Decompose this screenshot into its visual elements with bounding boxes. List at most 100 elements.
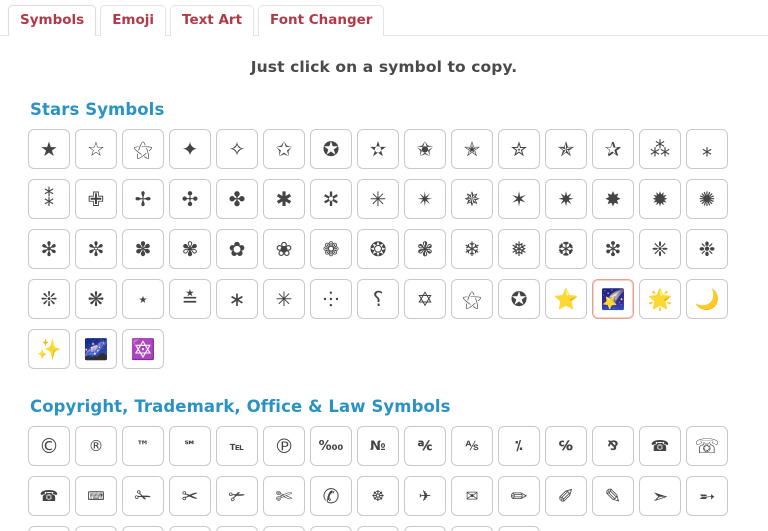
symbol-cell-open-centre-black-star[interactable]: ✫: [357, 129, 399, 169]
symbol-cell-circled-white-star-2[interactable]: ✪: [498, 279, 540, 319]
symbol-cell-airplane[interactable]: ✈: [404, 476, 446, 516]
symbol-cell-heavy-four-balloon-spoked-asterisk[interactable]: ✤: [216, 179, 258, 219]
symbol-cell-crescent-moon-emoji[interactable]: 🌙: [686, 279, 728, 319]
symbol-cell-upper-blade-scissors[interactable]: ✁: [122, 476, 164, 516]
symbol-cell-four-balloon-spoked-asterisk[interactable]: ✣: [169, 179, 211, 219]
symbol-cell-six-petalled-black-and-white-florette[interactable]: ✾: [169, 229, 211, 269]
symbol-cell-outlined-black-star[interactable]: ✭: [451, 129, 493, 169]
symbol-cell-tight-trifoliate-snowflake[interactable]: ❅: [498, 229, 540, 269]
symbol-cell-service-mark[interactable]: ℠: [169, 426, 211, 466]
symbol-cell-eight-spoked-asterisk-2[interactable]: ✳: [263, 279, 305, 319]
symbol-cell-envelope[interactable]: ✉: [451, 476, 493, 516]
symbol-cell-star-of-david[interactable]: ✡: [404, 279, 446, 319]
symbol-cell-black-star[interactable]: ★: [28, 129, 70, 169]
symbol-cell-black-left-pointing-index[interactable]: ☚: [451, 526, 493, 531]
symbol-cell-copyright-sign[interactable]: ©: [28, 426, 70, 466]
symbol-cell-per-ten-thousand-sign[interactable]: ‱: [310, 426, 352, 466]
symbol-cell-pinwheel-star[interactable]: ✯: [545, 129, 587, 169]
symbol-cell-white-star[interactable]: ☆: [75, 129, 117, 169]
symbol-cell-upper-right-pencil[interactable]: ✐: [545, 476, 587, 516]
symbol-cell-eight-pointed-pinwheel-star[interactable]: ✵: [451, 179, 493, 219]
symbol-cell-heavy-teardrop-spoked-asterisk[interactable]: ✽: [122, 229, 164, 269]
symbol-cell-account-of[interactable]: ℀: [404, 426, 446, 466]
symbol-cell-open-centre-asterisk[interactable]: ✲: [310, 179, 352, 219]
symbol-cell-index-pointing-up-emoji[interactable]: ☝: [216, 526, 258, 531]
symbol-cell-sparkle[interactable]: ❇: [592, 229, 634, 269]
symbol-cell-numero-sign[interactable]: №: [357, 426, 399, 466]
symbol-cell-asterisk-operator[interactable]: ∗: [216, 279, 258, 319]
symbol-cell-pilcrow-sign[interactable]: ¶: [122, 526, 164, 531]
symbol-cell-black-telephone[interactable]: ☎: [28, 476, 70, 516]
symbol-cell-black-curved-arrow[interactable]: ➵: [686, 476, 728, 516]
symbol-cell-star-equals[interactable]: ≛: [169, 279, 211, 319]
symbol-cell-sound-recording-copyright[interactable]: ℗: [263, 426, 305, 466]
symbol-cell-headphone-glyph[interactable]: ☎: [639, 426, 681, 466]
symbol-cell-five-dot-punctuation[interactable]: ⸭: [310, 279, 352, 319]
symbol-cell-turned-ampersand[interactable]: ⅋: [592, 426, 634, 466]
symbol-cell-eight-petalled-outlined-black-florette[interactable]: ❁: [310, 229, 352, 269]
symbol-cell-lower-right-pencil[interactable]: ✎: [592, 476, 634, 516]
symbol-cell-per-mille-sign[interactable]: ‰: [28, 526, 70, 531]
tab-font-changer[interactable]: Font Changer: [258, 5, 385, 36]
symbol-cell-registered-sign[interactable]: ®: [75, 426, 117, 466]
symbol-cell-stress-outlined-white-star[interactable]: ✩: [263, 129, 305, 169]
symbol-cell-sparkles-emoji[interactable]: ✨: [28, 329, 70, 369]
symbol-cell-low-asterisk[interactable]: ⁎: [686, 129, 728, 169]
symbol-cell-glowing-star-emoji-2[interactable]: 🌟: [639, 279, 681, 319]
symbol-cell-circled-open-centre-eight-pointed-star[interactable]: ❂: [357, 229, 399, 269]
symbol-cell-victory-hand-emoji[interactable]: ✌: [169, 526, 211, 531]
symbol-cell-milky-way-emoji[interactable]: 🌌: [75, 329, 117, 369]
symbol-cell-circled-white-star[interactable]: ✪: [310, 129, 352, 169]
symbol-cell-commercial-minus-sign[interactable]: ⁒: [498, 426, 540, 466]
symbol-cell-white-down-pointing-index[interactable]: ☟: [357, 526, 399, 531]
symbol-cell-section-sign[interactable]: §: [75, 526, 117, 531]
symbol-cell-star-operator[interactable]: ⋆: [122, 279, 164, 319]
symbol-cell-four-teardrop-spoked-asterisk[interactable]: ✢: [122, 179, 164, 219]
symbol-cell-writing-hand-emoji[interactable]: ✍: [498, 526, 540, 531]
symbol-cell-heavy-chevron-snowflake[interactable]: ❆: [545, 229, 587, 269]
symbol-cell-lower-blade-scissors[interactable]: ✃: [216, 476, 258, 516]
symbol-cell-heavy-outlined-black-star[interactable]: ✮: [498, 129, 540, 169]
symbol-cell-eight-teardrop-spoked-propeller-asterisk[interactable]: ❊: [28, 279, 70, 319]
symbol-cell-three-d-bottom-lighted-arrowhead[interactable]: ➣: [639, 476, 681, 516]
symbol-cell-care-of[interactable]: ℅: [545, 426, 587, 466]
symbol-cell-wheel-of-dharma[interactable]: ☸: [357, 476, 399, 516]
symbol-cell-two-asterisks-aligned-vertically[interactable]: ⁑: [28, 179, 70, 219]
symbol-cell-eight-pointed-black-star[interactable]: ✴: [404, 179, 446, 219]
symbol-cell-sixteen-pointed-asterisk[interactable]: ✺: [686, 179, 728, 219]
symbol-cell-teardrop-spoked-asterisk[interactable]: ✻: [28, 229, 70, 269]
symbol-cell-open-centre-teardrop-spoked-asterisk[interactable]: ✼: [75, 229, 117, 269]
symbol-cell-aktieselskab[interactable]: ⅍: [451, 426, 493, 466]
symbol-cell-heavy-teardrop-spoked-pinwheel-asterisk[interactable]: ❃: [404, 229, 446, 269]
symbol-cell-heavy-eight-teardrop-spoked-propeller-asterisk[interactable]: ❋: [75, 279, 117, 319]
symbol-cell-black-centre-white-star[interactable]: ✬: [404, 129, 446, 169]
symbol-cell-outlined-greek-cross[interactable]: ✙: [75, 179, 117, 219]
symbol-cell-white-four-pointed-star[interactable]: ✧: [216, 129, 258, 169]
symbol-cell-reversed-question-mark-stars[interactable]: ⸮: [357, 279, 399, 319]
symbol-cell-eight-pointed-rectilinear-black-star[interactable]: ✷: [545, 179, 587, 219]
symbol-cell-telephone-location-sign[interactable]: ✆: [310, 476, 352, 516]
symbol-cell-pencil[interactable]: ✏: [498, 476, 540, 516]
symbol-cell-asterism[interactable]: ⁂: [639, 129, 681, 169]
tab-emoji[interactable]: Emoji: [100, 5, 167, 36]
symbol-cell-shadowed-white-star[interactable]: ✰: [592, 129, 634, 169]
symbol-cell-black-four-pointed-star[interactable]: ✦: [169, 129, 211, 169]
symbol-cell-black-florette[interactable]: ✿: [216, 229, 258, 269]
symbol-cell-white-telephone[interactable]: ☏: [686, 426, 728, 466]
symbol-cell-six-pointed-star-emoji[interactable]: 🔯: [122, 329, 164, 369]
symbol-cell-snowflake[interactable]: ❄: [451, 229, 493, 269]
symbol-cell-balloon-spoked-asterisk[interactable]: ❉: [686, 229, 728, 269]
symbol-cell-keyboard[interactable]: ⌨: [75, 476, 117, 516]
tab-text-art[interactable]: Text Art: [170, 5, 255, 36]
symbol-cell-white-scissors[interactable]: ✄: [263, 476, 305, 516]
symbol-cell-eight-spoked-asterisk[interactable]: ✳: [357, 179, 399, 219]
symbol-cell-black-scissors[interactable]: ✂: [169, 476, 211, 516]
symbol-cell-six-pointed-black-star[interactable]: ✶: [498, 179, 540, 219]
symbol-cell-glowing-star-emoji[interactable]: ⭐: [545, 279, 587, 319]
symbol-cell-outlined-white-star-2[interactable]: ⚝: [451, 279, 493, 319]
symbol-cell-white-left-pointing-index[interactable]: ☜: [404, 526, 446, 531]
symbol-cell-heavy-sparkle[interactable]: ❈: [639, 229, 681, 269]
symbol-cell-trade-mark-sign[interactable]: ™: [122, 426, 164, 466]
symbol-cell-shooting-star-emoji[interactable]: 🌠: [592, 279, 634, 319]
symbol-cell-outlined-white-star[interactable]: ⚝: [122, 129, 164, 169]
